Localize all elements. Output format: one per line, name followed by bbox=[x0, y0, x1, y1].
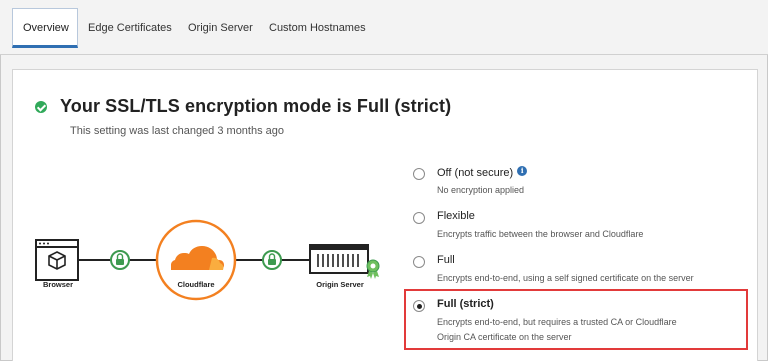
browser-label: Browser bbox=[42, 280, 73, 289]
cloudflare-label: Cloudflare bbox=[177, 280, 215, 289]
option-flexible-label: Flexible bbox=[437, 210, 475, 222]
tab-custom-hostnames[interactable]: Custom Hostnames bbox=[259, 10, 376, 46]
origin-server-icon bbox=[309, 244, 380, 279]
radio-full[interactable] bbox=[413, 256, 425, 268]
origin-server-label: Origin Server bbox=[316, 280, 364, 289]
option-full-label: Full bbox=[437, 254, 455, 266]
option-full-desc: Encrypts end-to-end, using a self signed… bbox=[437, 273, 694, 283]
browser-icon bbox=[35, 239, 79, 281]
option-full-strict-label: Full (strict) bbox=[437, 298, 494, 310]
radio-full-strict[interactable] bbox=[413, 300, 425, 312]
option-off-label: Off (not secure) i bbox=[437, 166, 528, 179]
radio-flexible[interactable] bbox=[413, 212, 425, 224]
tab-edge-certificates[interactable]: Edge Certificates bbox=[78, 10, 182, 46]
option-full-strict-desc: Encrypts end-to-end, but requires a trus… bbox=[437, 317, 677, 342]
radio-off[interactable] bbox=[413, 168, 425, 180]
lock-icon-left bbox=[110, 250, 130, 270]
option-flexible-desc: Encrypts traffic between the browser and… bbox=[437, 229, 644, 239]
lock-icon-right bbox=[262, 250, 282, 270]
option-off-desc: No encryption applied bbox=[437, 185, 525, 195]
encryption-diagram: Browser Cloudflare Origin Server bbox=[13, 70, 393, 361]
encryption-mode-card: Your SSL/TLS encryption mode is Full (st… bbox=[12, 69, 758, 361]
tab-origin-server[interactable]: Origin Server bbox=[178, 10, 263, 46]
info-icon[interactable]: i bbox=[517, 166, 528, 176]
tab-overview[interactable]: Overview bbox=[12, 8, 78, 48]
diagram-graphics bbox=[35, 219, 380, 301]
tab-bar: Overview Edge Certificates Origin Server… bbox=[0, 0, 768, 55]
